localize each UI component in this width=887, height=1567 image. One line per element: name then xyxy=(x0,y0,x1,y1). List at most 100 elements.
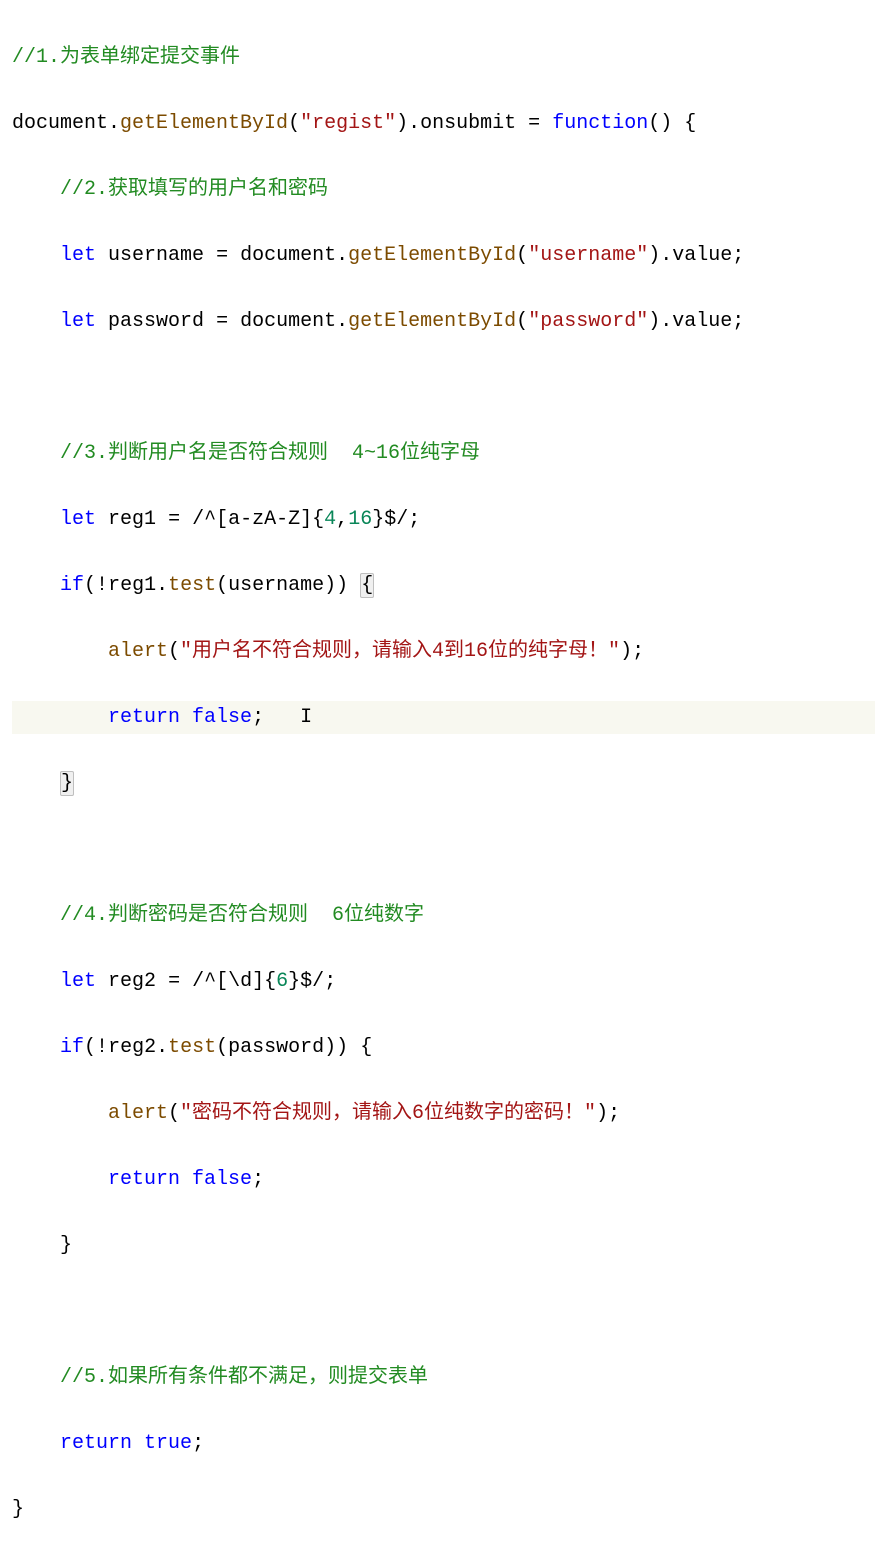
string-literal: "password" xyxy=(528,310,648,333)
code-line: let reg2 = /^[\d]{6}$/; xyxy=(12,965,875,998)
paren-open: ( xyxy=(84,574,96,597)
dot: . xyxy=(408,112,420,135)
code-line: } xyxy=(12,767,875,800)
token-prop: value xyxy=(672,310,732,333)
code-line: } xyxy=(12,1229,875,1262)
semicolon: ; xyxy=(608,1102,620,1125)
regex-part: }$/ xyxy=(288,970,324,993)
dot: . xyxy=(156,1036,168,1059)
semicolon: ; xyxy=(324,970,336,993)
blank-line xyxy=(12,371,875,404)
brace-close: } xyxy=(12,1498,24,1521)
keyword-let: let xyxy=(60,244,96,267)
code-line: let password = document.getElementById("… xyxy=(12,305,875,338)
bang: ! xyxy=(96,574,108,597)
dot: . xyxy=(336,244,348,267)
keyword-let: let xyxy=(60,970,96,993)
token-method: getElementById xyxy=(348,310,516,333)
var-reg1: reg1 xyxy=(108,508,156,531)
regex-literal: /^[a-zA-Z]{4,16}$/ xyxy=(192,508,408,531)
code-line: } xyxy=(12,1493,875,1526)
token-document: document xyxy=(12,112,108,135)
code-line: if(!reg1.test(username)) { xyxy=(12,569,875,602)
blank-line xyxy=(12,1295,875,1328)
comment: //4.判断密码是否符合规则 xyxy=(60,904,308,927)
code-line: alert("密码不符合规则，请输入6位纯数字的密码！"); xyxy=(12,1097,875,1130)
comment: //1.为表单绑定提交事件 xyxy=(12,46,240,69)
code-line: //1.为表单绑定提交事件 xyxy=(12,41,875,74)
paren-close: ) xyxy=(620,640,632,663)
var-password: password xyxy=(228,1036,324,1059)
regex-comma: , xyxy=(336,508,348,531)
var-username: username xyxy=(108,244,204,267)
comment: //5.如果所有条件都不满足，则提交表单 xyxy=(60,1366,428,1389)
paren-close: ) xyxy=(336,574,348,597)
regex-num: 6 xyxy=(276,970,288,993)
paren-open: ( xyxy=(168,640,180,663)
paren-close: ) xyxy=(396,112,408,135)
paren-close: ) xyxy=(324,1036,336,1059)
equals: = xyxy=(216,310,228,333)
fn-alert: alert xyxy=(108,1102,168,1125)
code-line: return true; xyxy=(12,1427,875,1460)
comment: 6位纯数字 xyxy=(332,904,424,927)
regex-num1: 4 xyxy=(324,508,336,531)
token-method: test xyxy=(168,574,216,597)
paren-open: ( xyxy=(168,1102,180,1125)
paren-open: ( xyxy=(516,310,528,333)
semicolon: ; xyxy=(632,640,644,663)
paren-open: ( xyxy=(216,1036,228,1059)
code-line: let username = document.getElementById("… xyxy=(12,239,875,272)
bang: ! xyxy=(96,1036,108,1059)
keyword-if: if xyxy=(60,1036,84,1059)
equals: = xyxy=(216,244,228,267)
keyword-return: return xyxy=(108,1168,180,1191)
regex-part: /^[ xyxy=(192,970,228,993)
keyword-function: function xyxy=(552,112,648,135)
keyword-true: true xyxy=(144,1432,192,1455)
semicolon: ; xyxy=(192,1432,204,1455)
keyword-let: let xyxy=(60,310,96,333)
semicolon: ; xyxy=(408,508,420,531)
brace-close: } xyxy=(60,1234,72,1257)
keyword-false: false xyxy=(192,1168,252,1191)
token-method: test xyxy=(168,1036,216,1059)
code-line-cursor: return false; I xyxy=(12,701,875,734)
code-line: //5.如果所有条件都不满足，则提交表单 xyxy=(12,1361,875,1394)
brace-open: { xyxy=(684,112,696,135)
regex-part: ]{ xyxy=(252,970,276,993)
brace-open: { xyxy=(360,1036,372,1059)
paren-close: ) xyxy=(648,244,660,267)
dot: . xyxy=(108,112,120,135)
string-literal: "密码不符合规则，请输入6位纯数字的密码！" xyxy=(180,1102,596,1125)
paren-open: ( xyxy=(288,112,300,135)
paren-close: ) xyxy=(336,1036,348,1059)
code-line: if(!reg2.test(password)) { xyxy=(12,1031,875,1064)
paren-open: ( xyxy=(516,244,528,267)
keyword-false: false xyxy=(192,706,252,729)
regex-part: }$/ xyxy=(372,508,408,531)
paren-open: ( xyxy=(216,574,228,597)
paren-open: ( xyxy=(84,1036,96,1059)
dot: . xyxy=(336,310,348,333)
dot: . xyxy=(660,310,672,333)
semicolon: ; xyxy=(252,1168,264,1191)
token-prop: value xyxy=(672,244,732,267)
brace-close-highlighted: } xyxy=(60,771,74,796)
var-reg2: reg2 xyxy=(108,1036,156,1059)
comment: 4~16位纯字母 xyxy=(352,442,480,465)
dot: . xyxy=(156,574,168,597)
code-line: //4.判断密码是否符合规则 6位纯数字 xyxy=(12,899,875,932)
token-method: getElementById xyxy=(120,112,288,135)
brace-open-highlighted: { xyxy=(360,573,374,598)
regex-num2: 16 xyxy=(348,508,372,531)
string-literal: "username" xyxy=(528,244,648,267)
equals: = xyxy=(528,112,540,135)
paren-close: ) xyxy=(648,310,660,333)
var-password: password xyxy=(108,310,204,333)
regex-literal: /^[\d]{6}$/ xyxy=(192,970,324,993)
semicolon: ; xyxy=(732,310,744,333)
var-reg1: reg1 xyxy=(108,574,156,597)
dot: . xyxy=(660,244,672,267)
comment: //2.获取填写的用户名和密码 xyxy=(60,178,328,201)
